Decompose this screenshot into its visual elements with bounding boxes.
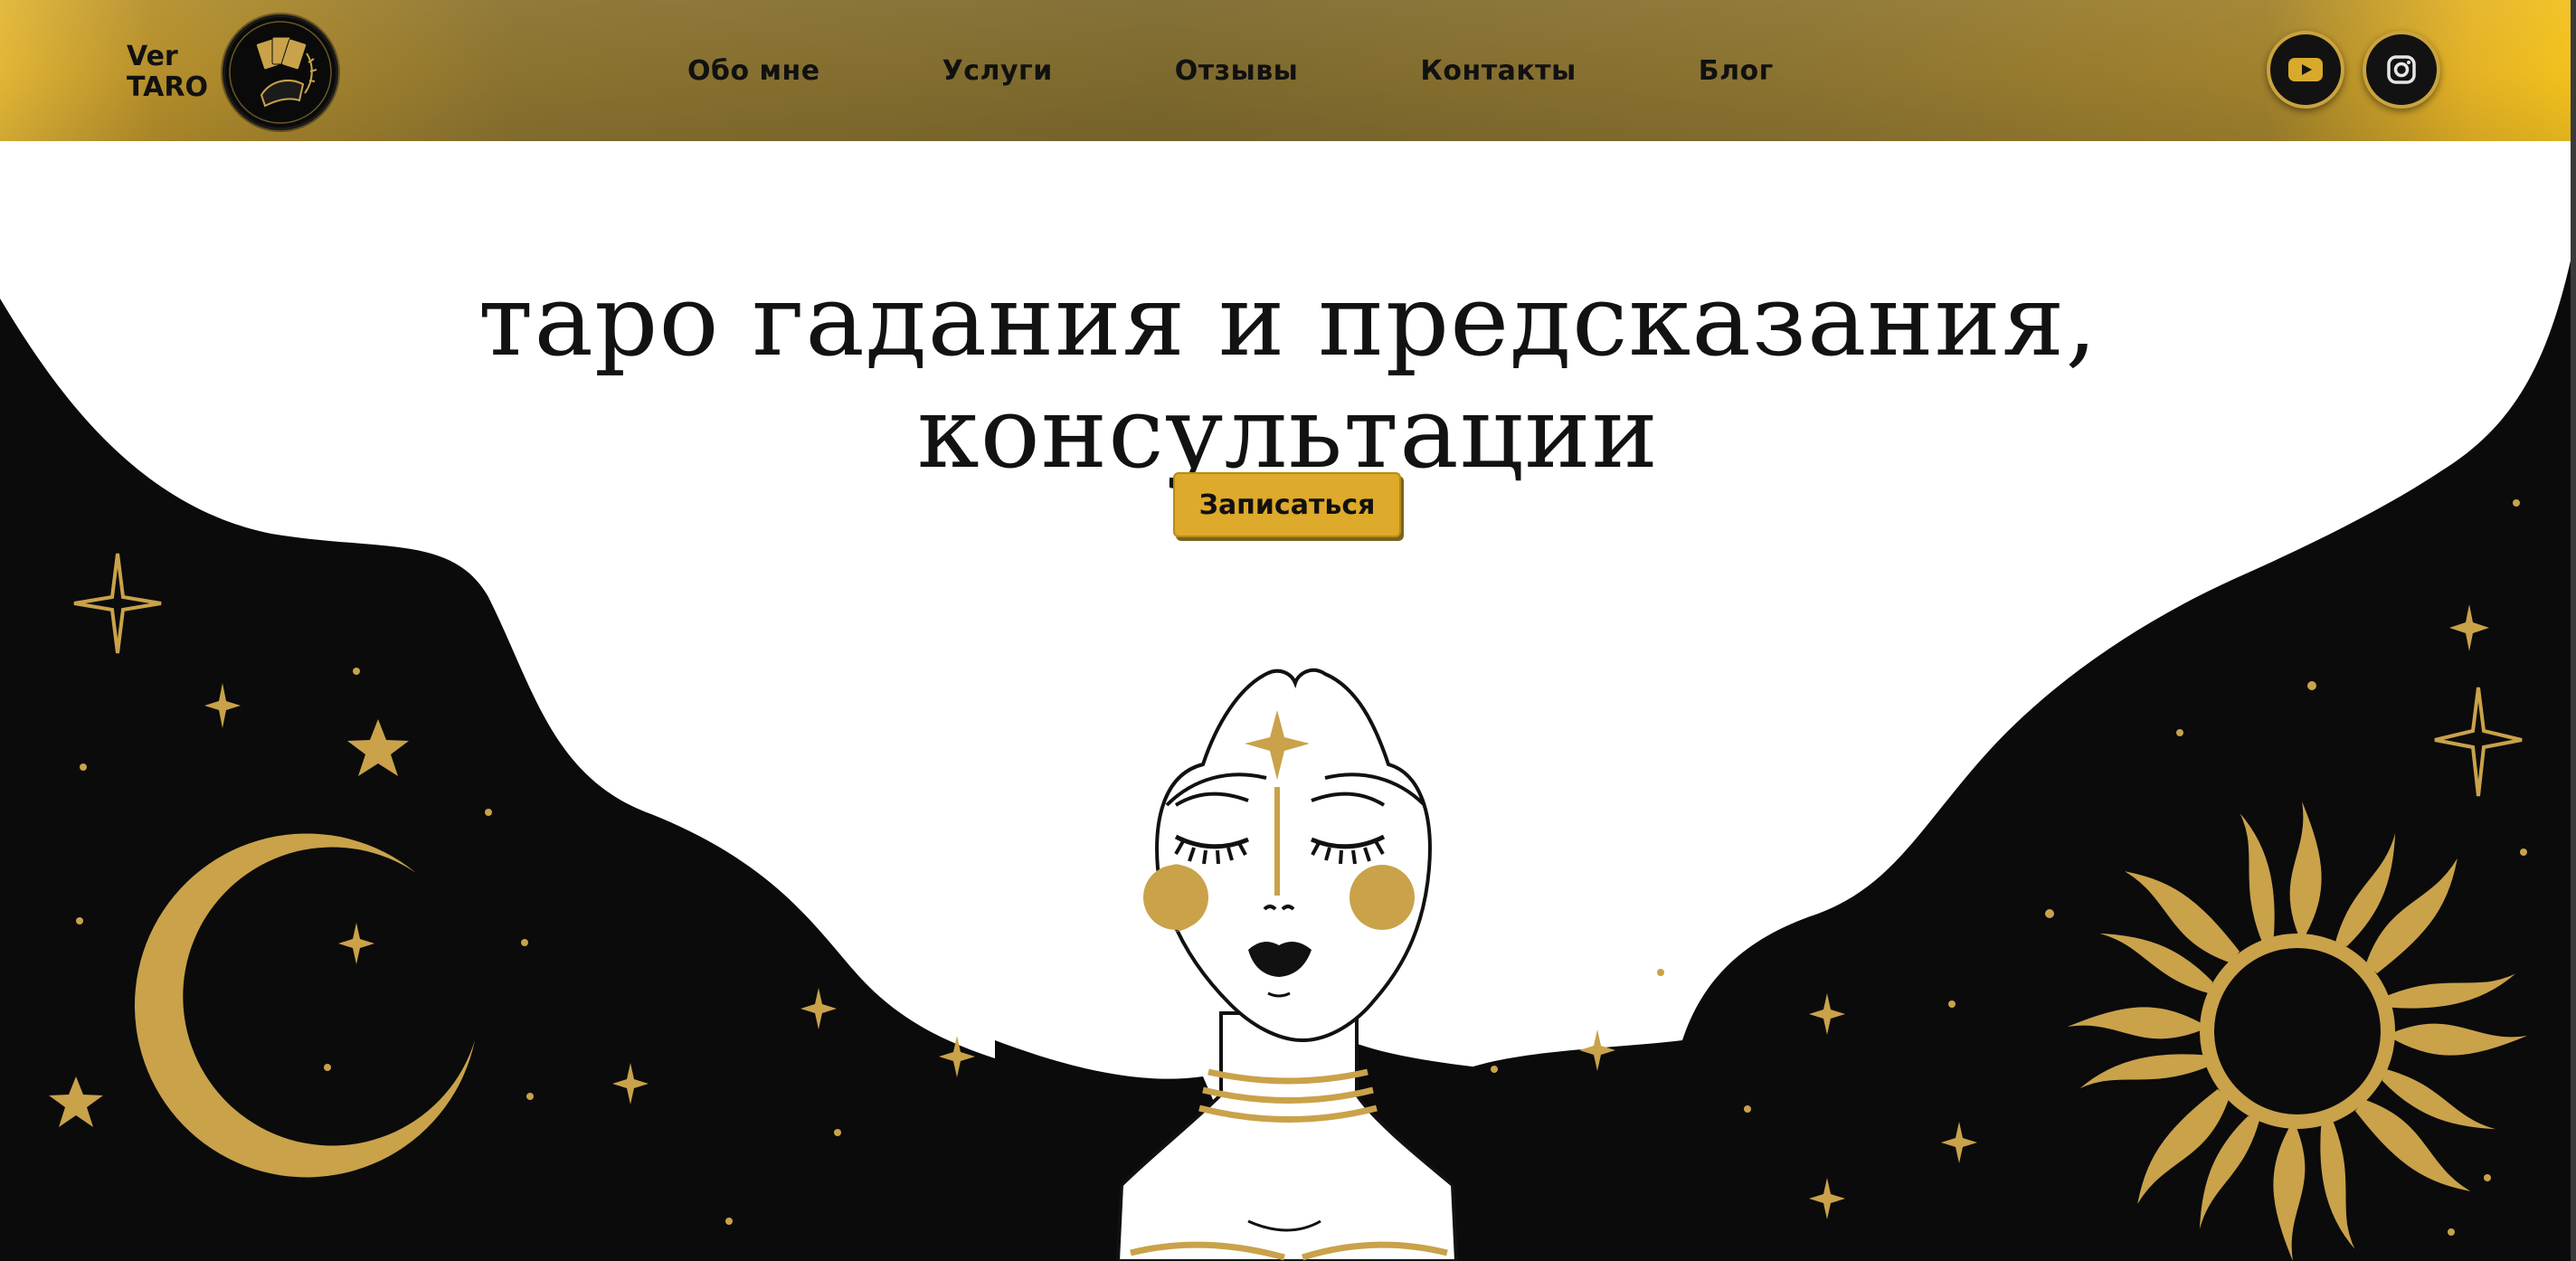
main-nav: Обо мне Услуги Отзывы Контакты Блог [687,47,1896,94]
instagram-icon [2387,55,2416,84]
nav-blog[interactable]: Блог [1699,55,1774,87]
brand-line2: TARO [127,71,208,103]
window-edge [2571,0,2576,1261]
nav-contacts[interactable]: Контакты [1420,55,1576,87]
hero-title: таро гадания и предсказания, консультаци… [0,264,2576,488]
hero-title-line1: таро гадания и предсказания, [478,261,2098,378]
nav-services[interactable]: Услуги [942,55,1053,87]
social-links [2267,31,2440,109]
nav-about[interactable]: Обо мне [687,55,820,87]
nav-reviews[interactable]: Отзывы [1175,55,1299,87]
brand-wordmark: Ver TARO [127,42,208,103]
youtube-icon [2288,58,2323,81]
instagram-button[interactable] [2363,31,2440,109]
site-header: Ver TARO Обо мне Услуги Отзывы Контакты … [0,0,2576,141]
tarot-cards-icon [222,14,338,130]
brand-logo[interactable]: Ver TARO [127,14,338,130]
brand-line1: Ver [127,41,178,72]
face [1155,668,1432,1043]
book-button[interactable]: Записаться [1173,472,1401,537]
youtube-button[interactable] [2267,31,2344,109]
hero-illustration [0,235,2576,1261]
